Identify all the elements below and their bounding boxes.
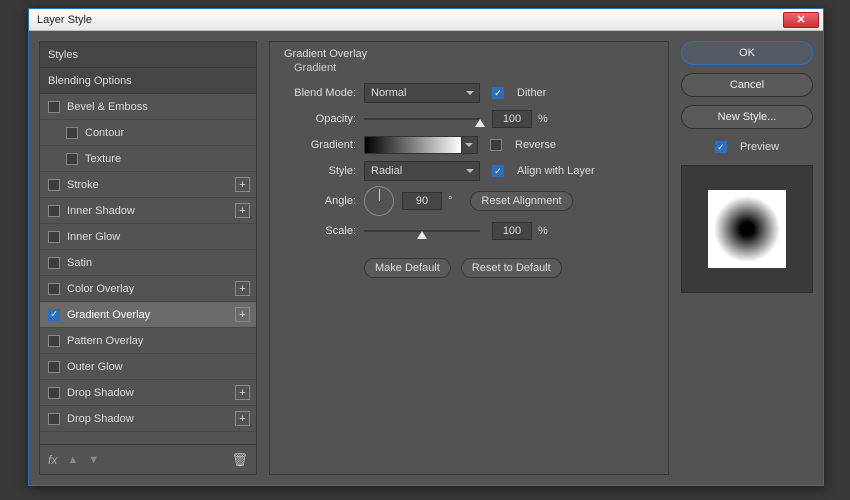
style-item-stroke[interactable]: Stroke + <box>40 172 256 198</box>
check-icon[interactable] <box>66 153 78 165</box>
style-item-label: Outer Glow <box>67 361 123 373</box>
style-item-satin[interactable]: Satin <box>40 250 256 276</box>
layer-style-dialog: Layer Style ✕ Styles Blending Options Be… <box>28 8 824 486</box>
dither-checkbox[interactable]: Dither <box>492 87 546 99</box>
check-icon <box>492 165 504 177</box>
scale-unit: % <box>538 225 548 237</box>
style-item-color-overlay[interactable]: Color Overlay + <box>40 276 256 302</box>
style-item-label: Contour <box>85 127 124 139</box>
check-icon[interactable] <box>48 101 60 113</box>
reset-alignment-button[interactable]: Reset Alignment <box>470 191 572 211</box>
slider-thumb-icon[interactable] <box>475 114 485 127</box>
style-item-outer-glow[interactable]: Outer Glow <box>40 354 256 380</box>
fx-icon[interactable]: fx <box>48 453 57 467</box>
styles-footer: fx ▲ ▼ 🗑 <box>39 445 257 475</box>
blend-mode-label: Blend Mode: <box>282 87 364 99</box>
check-icon <box>492 87 504 99</box>
right-column: OK Cancel New Style... Preview <box>681 41 813 475</box>
styles-column: Styles Blending Options Bevel & Emboss Co… <box>39 41 257 475</box>
ok-button[interactable]: OK <box>681 41 813 65</box>
style-dropdown[interactable]: Radial <box>364 161 480 181</box>
style-item-bevel-emboss[interactable]: Bevel & Emboss <box>40 94 256 120</box>
style-item-label: Bevel & Emboss <box>67 101 148 113</box>
cancel-button[interactable]: Cancel <box>681 73 813 97</box>
style-item-label: Satin <box>67 257 92 269</box>
move-down-icon[interactable]: ▼ <box>88 454 99 466</box>
check-icon[interactable] <box>48 179 60 191</box>
style-item-gradient-overlay[interactable]: Gradient Overlay + <box>40 302 256 328</box>
move-up-icon[interactable]: ▲ <box>67 454 78 466</box>
style-item-label: Drop Shadow <box>67 387 134 399</box>
plus-icon[interactable]: + <box>235 203 250 218</box>
reverse-checkbox[interactable]: Reverse <box>490 139 556 151</box>
style-item-label: Pattern Overlay <box>67 335 143 347</box>
angle-unit: ° <box>448 195 452 207</box>
plus-icon[interactable]: + <box>235 411 250 426</box>
angle-dial[interactable] <box>364 186 394 216</box>
preview-box <box>681 165 813 293</box>
reset-to-default-button[interactable]: Reset to Default <box>461 258 562 278</box>
titlebar[interactable]: Layer Style ✕ <box>29 9 823 31</box>
gradient-dropdown-icon[interactable] <box>462 136 478 154</box>
plus-icon[interactable]: + <box>235 281 250 296</box>
angle-label: Angle: <box>282 195 364 207</box>
style-item-label: Gradient Overlay <box>67 309 150 321</box>
angle-field[interactable]: 90 <box>402 192 442 210</box>
scale-label: Scale: <box>282 225 364 237</box>
style-item-label: Drop Shadow <box>67 413 134 425</box>
opacity-slider[interactable] <box>364 109 480 129</box>
check-icon <box>715 141 727 153</box>
style-item-label: Color Overlay <box>67 283 134 295</box>
panel-subsection: Gradient <box>294 62 656 74</box>
slider-thumb-icon[interactable] <box>417 226 427 239</box>
style-item-label: Texture <box>85 153 121 165</box>
align-checkbox[interactable]: Align with Layer <box>492 165 595 177</box>
style-item-texture[interactable]: Texture <box>40 146 256 172</box>
style-item-label: Stroke <box>67 179 99 191</box>
scale-field[interactable]: 100 <box>492 222 532 240</box>
blend-mode-dropdown[interactable]: Normal <box>364 83 480 103</box>
check-icon[interactable] <box>48 335 60 347</box>
check-icon <box>490 139 502 151</box>
preview-spot-icon <box>708 190 786 268</box>
panel-title: Gradient Overlay <box>284 48 656 60</box>
check-icon[interactable] <box>48 361 60 373</box>
style-item-drop-shadow[interactable]: Drop Shadow + <box>40 406 256 432</box>
plus-icon[interactable]: + <box>235 177 250 192</box>
style-item-label: Inner Glow <box>67 231 120 243</box>
check-icon[interactable] <box>48 387 60 399</box>
new-style-button[interactable]: New Style... <box>681 105 813 129</box>
check-icon[interactable] <box>48 257 60 269</box>
gradient-overlay-panel: Gradient Overlay Gradient Blend Mode: No… <box>269 41 669 475</box>
trash-icon[interactable]: 🗑 <box>231 452 248 468</box>
check-icon[interactable] <box>48 309 60 321</box>
style-label: Style: <box>282 165 364 177</box>
check-icon[interactable] <box>48 205 60 217</box>
style-item-inner-shadow[interactable]: Inner Shadow + <box>40 198 256 224</box>
opacity-unit: % <box>538 113 548 125</box>
check-icon[interactable] <box>48 231 60 243</box>
style-item-pattern-overlay[interactable]: Pattern Overlay <box>40 328 256 354</box>
opacity-field[interactable]: 100 <box>492 110 532 128</box>
style-item-label: Inner Shadow <box>67 205 135 217</box>
plus-icon[interactable]: + <box>235 307 250 322</box>
check-icon[interactable] <box>48 283 60 295</box>
styles-header[interactable]: Styles <box>40 42 256 68</box>
style-item-drop-shadow[interactable]: Drop Shadow + <box>40 380 256 406</box>
gradient-swatch[interactable] <box>364 136 462 154</box>
scale-slider[interactable] <box>364 221 480 241</box>
preview-checkbox[interactable]: Preview <box>681 141 813 153</box>
plus-icon[interactable]: + <box>235 385 250 400</box>
check-icon[interactable] <box>48 413 60 425</box>
style-item-contour[interactable]: Contour <box>40 120 256 146</box>
blending-options-header[interactable]: Blending Options <box>40 68 256 94</box>
window-title: Layer Style <box>33 14 783 26</box>
check-icon[interactable] <box>66 127 78 139</box>
style-item-inner-glow[interactable]: Inner Glow <box>40 224 256 250</box>
gradient-label: Gradient: <box>282 139 364 151</box>
close-icon[interactable]: ✕ <box>783 12 819 28</box>
opacity-label: Opacity: <box>282 113 364 125</box>
styles-list: Styles Blending Options Bevel & Emboss Co… <box>39 41 257 445</box>
make-default-button[interactable]: Make Default <box>364 258 451 278</box>
